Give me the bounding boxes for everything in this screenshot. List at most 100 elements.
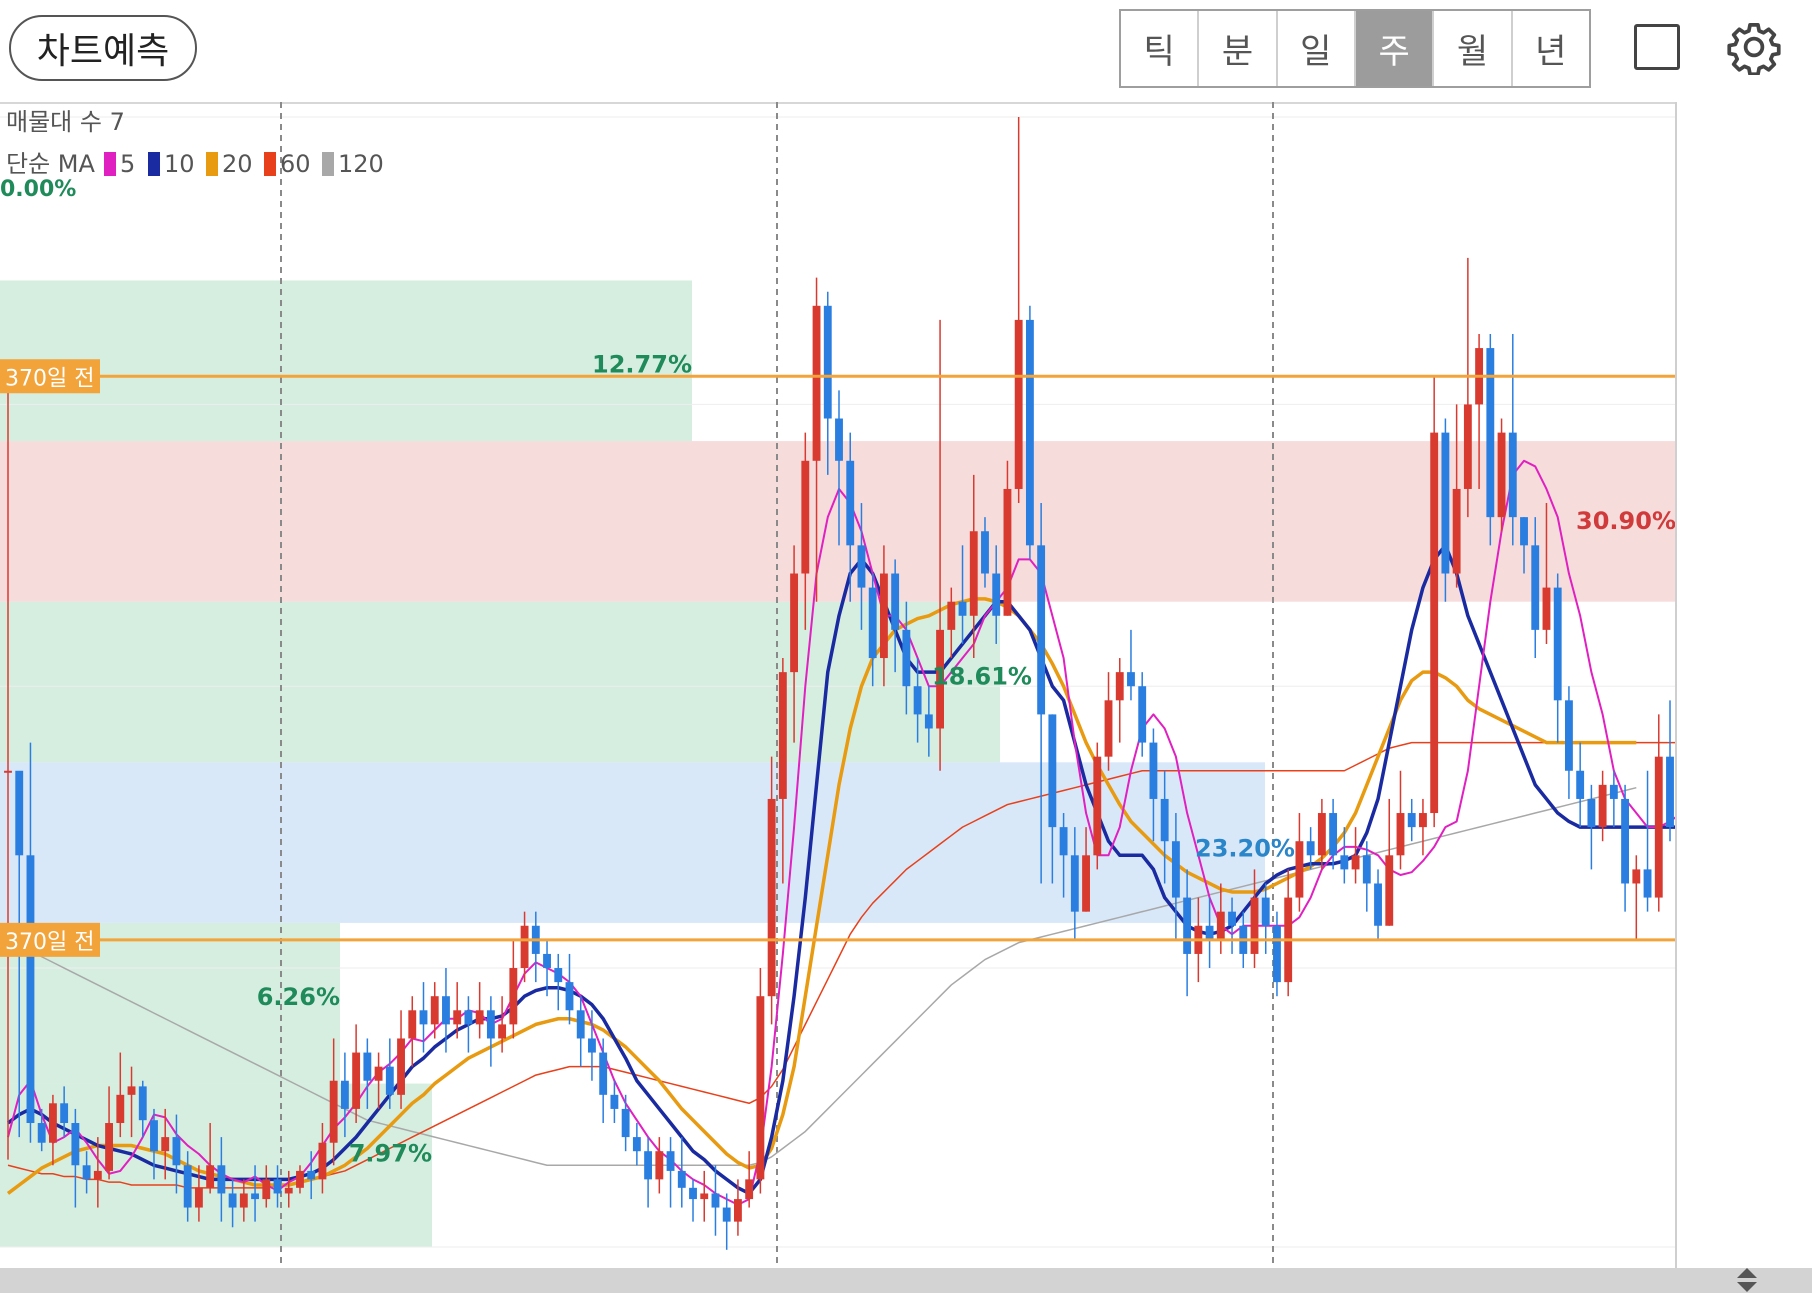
candle-body xyxy=(206,1165,215,1188)
ma-legend-swatch xyxy=(104,152,116,176)
candle-body xyxy=(621,1108,630,1138)
candle-body xyxy=(1048,714,1057,828)
y-axis-area xyxy=(1676,102,1812,1268)
scroll-arrows-icon[interactable] xyxy=(1732,1266,1762,1294)
gear-icon[interactable] xyxy=(1726,19,1782,75)
candle-body xyxy=(430,996,439,1025)
candle-body xyxy=(71,1123,80,1166)
candle-body xyxy=(93,1170,102,1180)
candle xyxy=(1025,305,1034,560)
candle-body xyxy=(1430,432,1439,814)
candle-body xyxy=(655,1151,664,1180)
candle-body xyxy=(610,1094,619,1109)
candle xyxy=(1553,573,1562,743)
candle xyxy=(1576,742,1585,828)
candle-body xyxy=(251,1193,259,1200)
candle-body xyxy=(1037,545,1046,715)
candle xyxy=(1138,672,1147,757)
candle-body xyxy=(1273,925,1281,983)
candle xyxy=(1486,333,1495,546)
candle xyxy=(1430,376,1439,828)
candle xyxy=(1127,629,1135,701)
candle-body xyxy=(1419,813,1427,828)
candle xyxy=(1598,770,1607,842)
candle-body xyxy=(1565,700,1573,771)
candle-body xyxy=(60,1103,69,1124)
candle-body xyxy=(1351,855,1360,870)
candle-body xyxy=(554,968,563,983)
candle-body xyxy=(689,1187,697,1200)
candle-body xyxy=(1295,841,1304,898)
candle-body xyxy=(1104,700,1113,757)
period-day-tab[interactable]: 일 xyxy=(1278,11,1356,86)
candle-body xyxy=(486,1010,495,1039)
candle xyxy=(1273,911,1281,997)
chart-predict-button[interactable]: 차트예측 xyxy=(9,15,197,81)
candle-body xyxy=(1362,855,1371,884)
candle-body xyxy=(116,1094,125,1124)
candle-body xyxy=(745,1179,754,1200)
ma-legend-label: 10 xyxy=(164,150,195,178)
candle-body xyxy=(846,460,855,546)
candle xyxy=(677,1137,686,1208)
square-icon[interactable] xyxy=(1634,24,1680,70)
candle-body xyxy=(767,798,776,997)
volume-profile-percent: 12.77% xyxy=(592,350,692,378)
price-chart[interactable]: 5,9204,9003,9002,9001,910 2021-01-042022… xyxy=(0,102,1812,1268)
candle-body xyxy=(835,418,843,461)
candle xyxy=(1463,257,1472,518)
candle-body xyxy=(1082,855,1090,912)
candle-body xyxy=(307,1170,316,1180)
candle xyxy=(1374,869,1382,940)
candle-body xyxy=(105,1123,113,1171)
candle-body xyxy=(1576,770,1585,799)
candle-body xyxy=(408,1010,417,1039)
candle-body xyxy=(442,996,450,1025)
period-week-tab[interactable]: 주 xyxy=(1355,11,1435,86)
candle-body xyxy=(857,545,866,588)
candle-body xyxy=(947,601,956,630)
candle-body xyxy=(318,1142,327,1180)
candle-body xyxy=(340,1080,349,1109)
candle xyxy=(1654,714,1663,912)
candle xyxy=(1385,798,1394,926)
candle-body xyxy=(1093,756,1102,856)
candle-body xyxy=(352,1052,361,1109)
candle-body xyxy=(790,573,799,673)
change-percent: 0.00% xyxy=(0,177,76,202)
candle xyxy=(1666,700,1674,842)
candle-body xyxy=(1520,517,1528,546)
candle-body xyxy=(498,1024,507,1039)
candle xyxy=(588,1010,596,1081)
candle-body xyxy=(1643,869,1652,898)
reference-left-label: 370일 전 xyxy=(5,366,94,391)
candle-body xyxy=(1452,488,1461,574)
ma-legend-title: 단순 MA xyxy=(6,150,95,178)
candle xyxy=(756,968,765,1194)
ma-legend-label: 60 xyxy=(280,150,311,178)
period-year-tab[interactable]: 년 xyxy=(1513,11,1589,86)
candle-body xyxy=(711,1193,720,1208)
candle xyxy=(644,1137,653,1208)
candle-body xyxy=(1261,897,1270,926)
period-minute-tab[interactable]: 분 xyxy=(1199,11,1278,86)
candle-body xyxy=(1654,756,1663,898)
candle-body xyxy=(1374,883,1382,926)
candle xyxy=(1407,798,1416,842)
candle xyxy=(1115,658,1124,743)
candle-body xyxy=(4,770,12,773)
candle-body xyxy=(823,305,832,419)
candle-body xyxy=(1127,672,1135,687)
candle xyxy=(554,953,563,1011)
candle-body xyxy=(453,1010,462,1025)
candle-body xyxy=(239,1193,248,1208)
candle-body xyxy=(879,573,888,659)
candle-body xyxy=(599,1052,608,1095)
volume-profile-percent: 30.90% xyxy=(1576,507,1676,535)
candle-body xyxy=(1149,742,1158,799)
candle xyxy=(1565,686,1573,799)
candle-body xyxy=(1216,911,1225,940)
candle-body xyxy=(1385,855,1394,926)
period-tick-tab[interactable]: 틱 xyxy=(1121,11,1200,86)
period-month-tab[interactable]: 월 xyxy=(1434,11,1513,86)
